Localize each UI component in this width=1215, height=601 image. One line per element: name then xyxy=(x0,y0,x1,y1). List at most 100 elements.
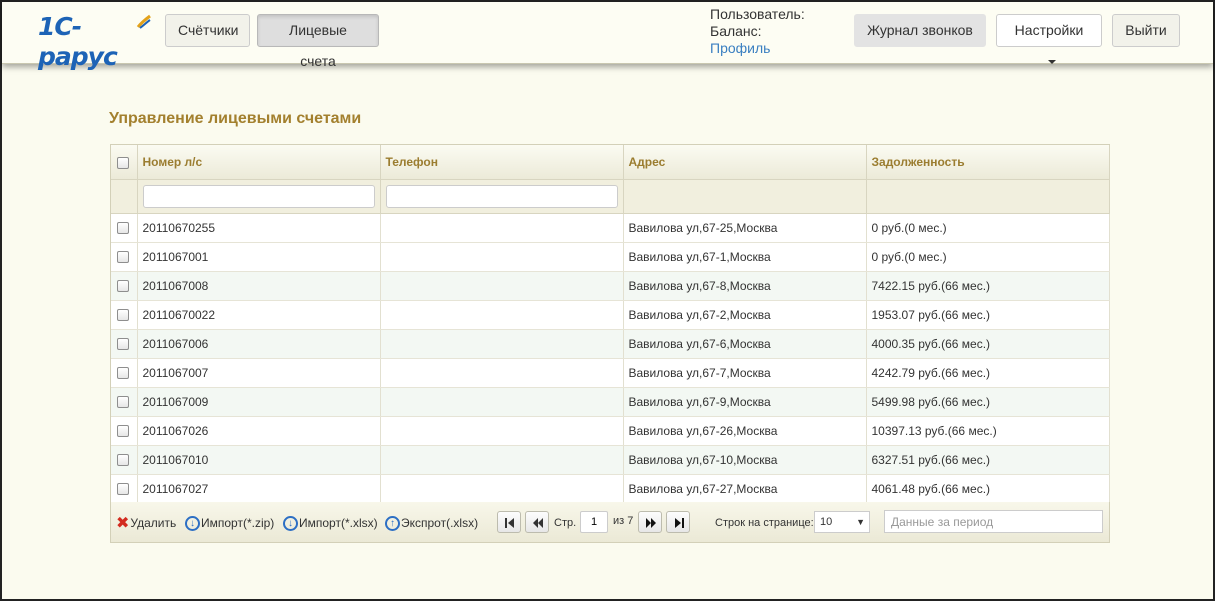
table-row[interactable]: 2011067008 Вавилова ул,67-8,Москва 7422.… xyxy=(111,271,1110,301)
table-row[interactable]: 2011067010 Вавилова ул,67-10,Москва 6327… xyxy=(111,445,1110,475)
settings-label: Настройки xyxy=(1014,22,1084,38)
page-count-label: из 7 xyxy=(613,515,634,527)
download-arrow-icon: ↓ xyxy=(185,516,200,532)
cell-phone xyxy=(380,387,624,417)
cell-phone xyxy=(380,445,624,475)
phone-filter-input[interactable] xyxy=(385,184,618,208)
cell-address: Вавилова ул,67-1,Москва xyxy=(623,242,867,272)
cell-phone xyxy=(380,213,624,243)
cell-debt: 0 руб.(0 мес.) xyxy=(866,242,1110,272)
export-xlsx-label: Экспрот(.xlsx) xyxy=(401,516,479,530)
import-zip-label: Импорт(*.zip) xyxy=(201,516,275,530)
delete-label: Удалить xyxy=(130,516,177,530)
cell-debt: 4061.48 руб.(66 мес.) xyxy=(866,474,1110,504)
row-checkbox[interactable] xyxy=(117,396,130,409)
cell-debt: 0 руб.(0 мес.) xyxy=(866,213,1110,243)
cell-address: Вавилова ул,67-26,Москва xyxy=(623,416,867,446)
table-row[interactable]: 2011067027 Вавилова ул,67-27,Москва 4061… xyxy=(111,474,1110,504)
cell-debt: 4000.35 руб.(66 мес.) xyxy=(866,329,1110,359)
row-checkbox[interactable] xyxy=(117,222,130,235)
column-header-address[interactable]: Адрес xyxy=(623,145,867,180)
column-header-debt[interactable]: Задолженность xyxy=(866,145,1110,180)
select-all-checkbox[interactable] xyxy=(117,156,130,169)
row-checkbox[interactable] xyxy=(117,367,130,380)
import-zip-button[interactable]: ↓ Импорт(*.zip) xyxy=(185,514,274,532)
cell-address: Вавилова ул,67-10,Москва xyxy=(623,445,867,475)
cell-phone xyxy=(380,271,624,301)
top-navbar: 1С-рарус Счётчики Лицевые счета Пользова… xyxy=(2,2,1213,71)
cell-phone xyxy=(380,329,624,359)
cell-debt: 1953.07 руб.(66 мес.) xyxy=(866,300,1110,330)
row-checkbox[interactable] xyxy=(117,251,130,264)
table-row[interactable]: 2011067026 Вавилова ул,67-26,Москва 1039… xyxy=(111,416,1110,446)
page-number-input[interactable] xyxy=(580,511,608,533)
last-page-icon xyxy=(675,518,684,528)
cell-debt: 5499.98 руб.(66 мес.) xyxy=(866,387,1110,417)
logout-button[interactable]: Выйти xyxy=(1112,14,1180,47)
cell-account: 2011067008 xyxy=(137,271,381,301)
prev-page-icon xyxy=(533,518,543,528)
header-row: Номер л/с Телефон Адрес Задолженность xyxy=(111,145,1110,180)
cell-debt: 10397.13 руб.(66 мес.) xyxy=(866,416,1110,446)
column-header-phone[interactable]: Телефон xyxy=(380,145,624,180)
table-row[interactable]: 2011067007 Вавилова ул,67-7,Москва 4242.… xyxy=(111,358,1110,388)
profile-link[interactable]: Профиль xyxy=(710,40,770,56)
logo[interactable]: 1С-рарус xyxy=(38,12,158,71)
cell-phone xyxy=(380,474,624,504)
select-all-cell[interactable] xyxy=(111,145,138,180)
balance-label: Баланс: xyxy=(710,23,762,39)
import-xlsx-button[interactable]: ↓ Импорт(*.xlsx) xyxy=(283,514,378,532)
cell-address: Вавилова ул,67-9,Москва xyxy=(623,387,867,417)
table-row[interactable]: 2011067006 Вавилова ул,67-6,Москва 4000.… xyxy=(111,329,1110,359)
cell-account: 2011067027 xyxy=(137,474,381,504)
prev-page-button[interactable] xyxy=(525,511,549,533)
cell-phone xyxy=(380,416,624,446)
cell-account: 2011067026 xyxy=(137,416,381,446)
filter-row xyxy=(111,179,1110,214)
period-input[interactable] xyxy=(884,510,1103,533)
cell-address: Вавилова ул,67-7,Москва xyxy=(623,358,867,388)
cell-phone xyxy=(380,358,624,388)
rows-per-page-select[interactable]: 10 ▼ xyxy=(814,511,870,533)
table-row[interactable]: 2011067009 Вавилова ул,67-9,Москва 5499.… xyxy=(111,387,1110,417)
caret-down-icon xyxy=(1047,60,1056,65)
cell-address: Вавилова ул,67-2,Москва xyxy=(623,300,867,330)
row-checkbox[interactable] xyxy=(117,309,130,322)
call-log-button[interactable]: Журнал звонков xyxy=(854,14,986,47)
next-page-icon xyxy=(646,518,656,528)
nav-meters-button[interactable]: Счётчики xyxy=(165,14,250,47)
row-checkbox[interactable] xyxy=(117,338,130,351)
row-checkbox[interactable] xyxy=(117,425,130,438)
page-label: Стр. xyxy=(554,517,577,529)
cell-account: 20110670022 xyxy=(137,300,381,330)
cell-address: Вавилова ул,67-8,Москва xyxy=(623,271,867,301)
settings-dropdown-button[interactable]: Настройки xyxy=(996,14,1102,65)
table-row[interactable]: 2011067001 Вавилова ул,67-1,Москва 0 руб… xyxy=(111,242,1110,272)
nav-accounts-button[interactable]: Лицевые счета xyxy=(257,14,379,69)
next-page-button[interactable] xyxy=(638,511,662,533)
column-header-account[interactable]: Номер л/с xyxy=(137,145,381,180)
row-checkbox[interactable] xyxy=(117,454,130,467)
table-row[interactable]: 20110670022 Вавилова ул,67-2,Москва 1953… xyxy=(111,300,1110,330)
first-page-button[interactable] xyxy=(497,511,521,533)
export-xlsx-button[interactable]: ↑ Экспрот(.xlsx) xyxy=(385,514,478,532)
page-title: Управление лицевыми счетами xyxy=(109,110,362,127)
cell-account: 2011067009 xyxy=(137,387,381,417)
row-checkbox[interactable] xyxy=(117,280,130,293)
account-filter-input[interactable] xyxy=(142,184,375,208)
cell-address: Вавилова ул,67-25,Москва xyxy=(623,213,867,243)
delete-button[interactable]: ✖Удалить xyxy=(116,514,176,532)
user-info: Пользователь: Баланс: Профиль xyxy=(710,6,805,57)
cell-account: 2011067010 xyxy=(137,445,381,475)
row-checkbox[interactable] xyxy=(117,483,130,496)
first-page-icon xyxy=(505,518,514,528)
cell-account: 2011067007 xyxy=(137,358,381,388)
delete-x-icon: ✖ xyxy=(116,514,130,532)
last-page-button[interactable] xyxy=(666,511,690,533)
accounts-grid: Номер л/с Телефон Адрес Задолженность 20… xyxy=(110,144,1110,542)
cell-phone xyxy=(380,300,624,330)
cell-debt: 7422.15 руб.(66 мес.) xyxy=(866,271,1110,301)
rows-per-page-value: 10 xyxy=(820,516,833,528)
table-row[interactable]: 20110670255 Вавилова ул,67-25,Москва 0 р… xyxy=(111,213,1110,243)
cell-debt: 4242.79 руб.(66 мес.) xyxy=(866,358,1110,388)
